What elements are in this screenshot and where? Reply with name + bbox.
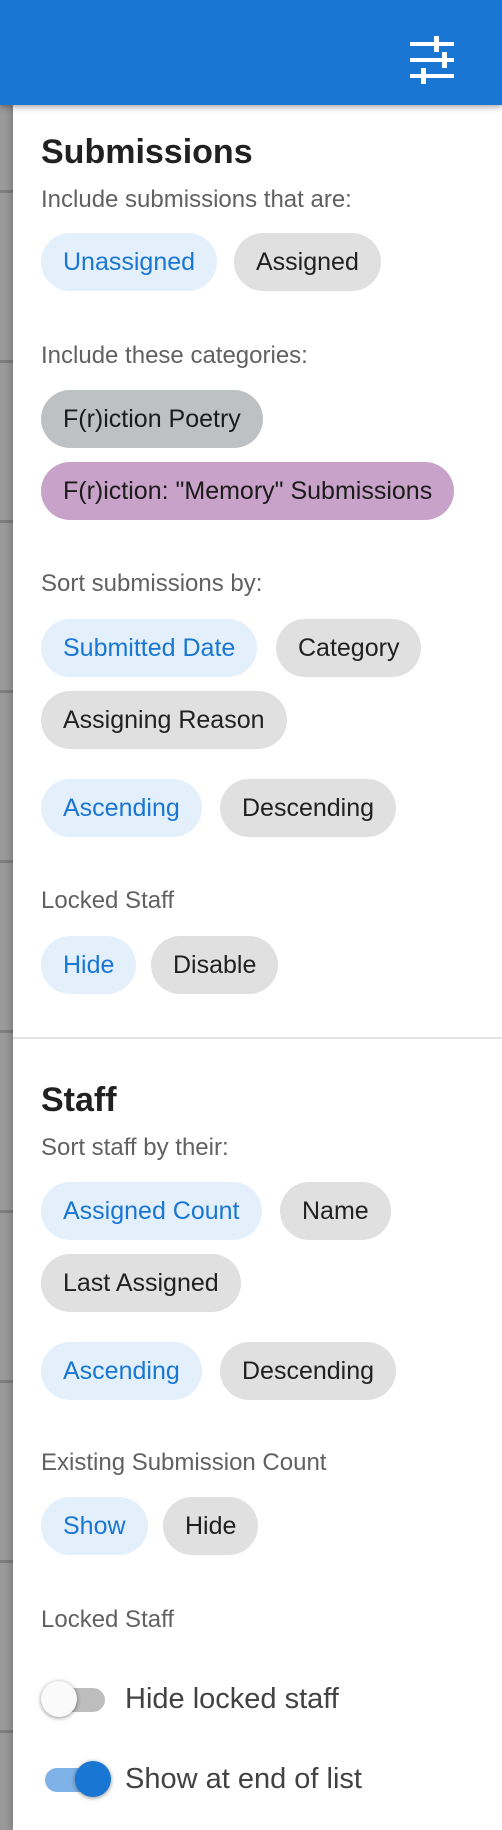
chip-locked-hide[interactable]: Hide bbox=[41, 936, 137, 994]
section-divider bbox=[13, 1037, 502, 1039]
background-divider bbox=[0, 1560, 14, 1563]
chip-submissions-ascending[interactable]: Ascending bbox=[41, 779, 202, 837]
sort-staff-label: Sort staff by their: bbox=[41, 1134, 229, 1161]
chip-category-memory[interactable]: F(r)iction: "Memory" Submissions bbox=[41, 462, 455, 520]
background-divider bbox=[0, 1210, 14, 1213]
chip-submissions-descending[interactable]: Descending bbox=[220, 779, 397, 837]
toggle-thumb bbox=[41, 1681, 77, 1717]
staff-title: Staff bbox=[41, 1081, 117, 1119]
hide-locked-staff-label: Hide locked staff bbox=[125, 1683, 339, 1715]
filter-drawer: Submissions Include submissions that are… bbox=[13, 105, 502, 1830]
chip-category-poetry[interactable]: F(r)iction Poetry bbox=[41, 390, 263, 448]
chip-locked-disable[interactable]: Disable bbox=[151, 936, 279, 994]
background-divider bbox=[0, 1380, 14, 1383]
submissions-title: Submissions bbox=[41, 133, 253, 171]
include-status-label: Include submissions that are: bbox=[41, 186, 352, 213]
background-divider bbox=[0, 520, 14, 523]
background-divider bbox=[0, 190, 14, 193]
background-divider bbox=[0, 360, 14, 363]
app-bar bbox=[0, 0, 502, 105]
chip-count-show[interactable]: Show bbox=[41, 1497, 148, 1555]
chip-sort-assigning-reason[interactable]: Assigning Reason bbox=[41, 691, 287, 749]
staff-locked-staff-label: Locked Staff bbox=[41, 1606, 174, 1633]
filter-settings-button[interactable] bbox=[400, 30, 464, 90]
chip-sort-assigned-count[interactable]: Assigned Count bbox=[41, 1182, 262, 1240]
sort-submissions-label: Sort submissions by: bbox=[41, 570, 263, 597]
background-divider bbox=[0, 690, 14, 693]
hide-locked-staff-toggle[interactable] bbox=[41, 1678, 111, 1718]
chip-sort-last-assigned[interactable]: Last Assigned bbox=[41, 1254, 241, 1312]
chip-sort-name[interactable]: Name bbox=[280, 1182, 391, 1240]
toggle-thumb bbox=[75, 1761, 111, 1797]
chip-sort-submitted-date[interactable]: Submitted Date bbox=[41, 619, 258, 677]
chip-sort-category[interactable]: Category bbox=[276, 619, 422, 677]
show-at-end-toggle[interactable] bbox=[41, 1758, 111, 1798]
show-at-end-label: Show at end of list bbox=[125, 1763, 362, 1795]
tune-sliders-icon bbox=[410, 36, 454, 84]
background-divider bbox=[0, 1730, 14, 1733]
chip-staff-ascending[interactable]: Ascending bbox=[41, 1342, 202, 1400]
background-divider bbox=[0, 1030, 14, 1033]
chip-staff-descending[interactable]: Descending bbox=[220, 1342, 397, 1400]
include-categories-label: Include these categories: bbox=[41, 342, 308, 369]
background-divider bbox=[0, 860, 14, 863]
chip-assigned[interactable]: Assigned bbox=[234, 233, 381, 291]
chip-count-hide[interactable]: Hide bbox=[163, 1497, 259, 1555]
chip-unassigned[interactable]: Unassigned bbox=[41, 233, 218, 291]
background-page-edge bbox=[0, 0, 14, 1830]
existing-count-label: Existing Submission Count bbox=[41, 1449, 327, 1476]
submissions-locked-staff-label: Locked Staff bbox=[41, 887, 174, 914]
